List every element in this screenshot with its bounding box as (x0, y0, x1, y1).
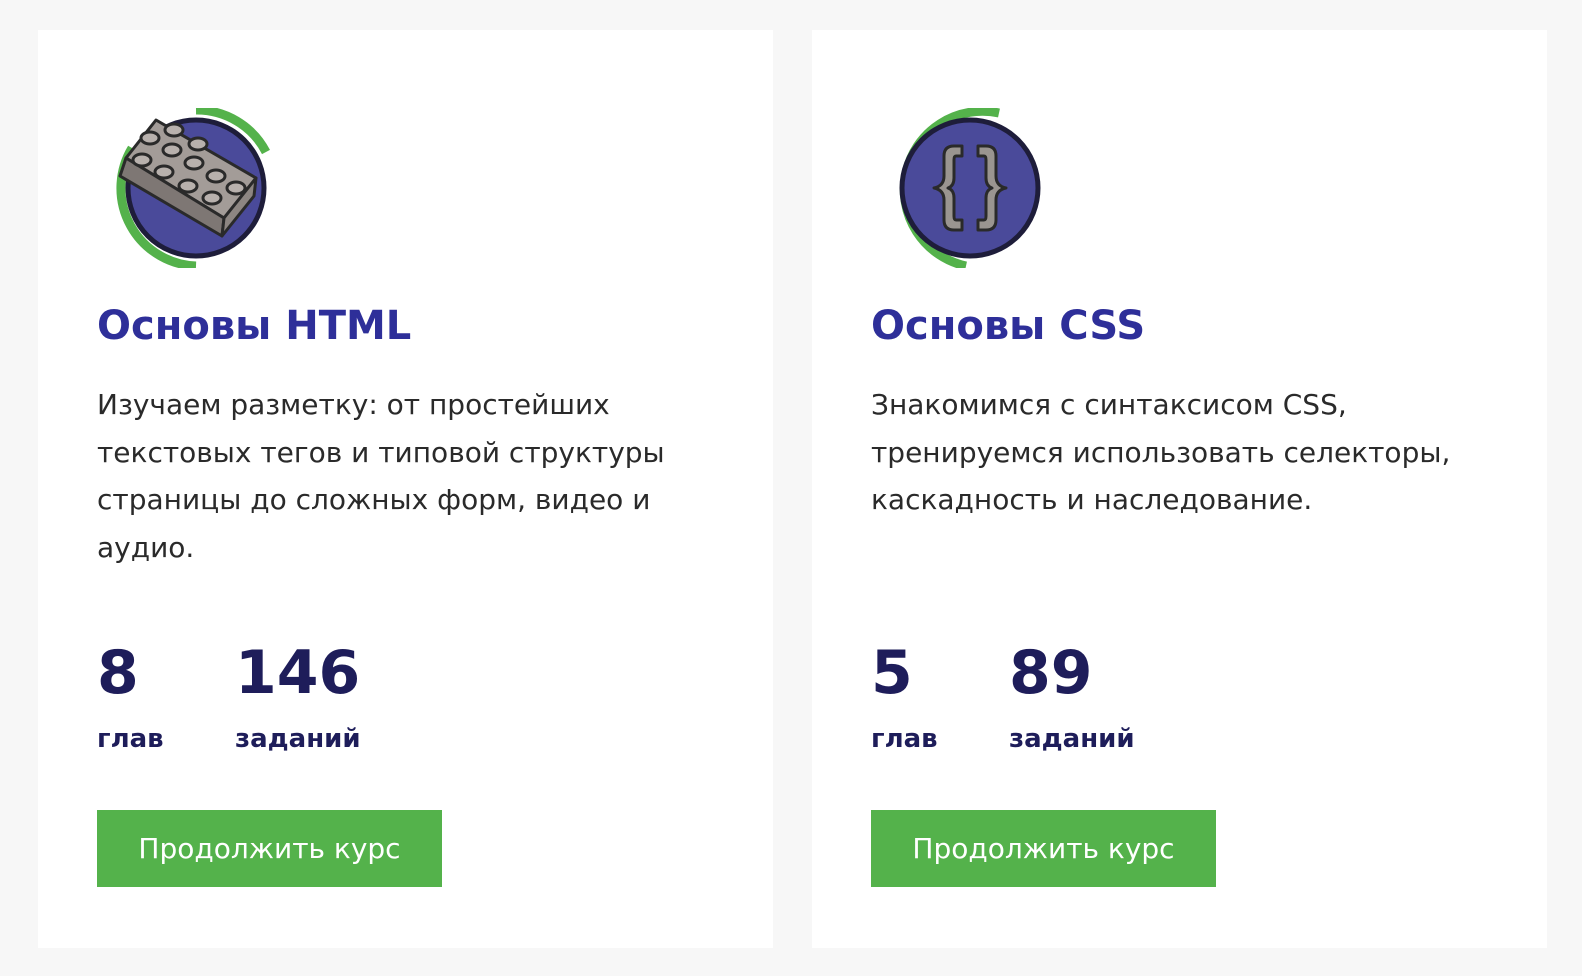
tasks-count: 89 (1009, 638, 1093, 708)
chapters-label: глав (97, 724, 164, 754)
course-title[interactable]: Основы CSS (871, 298, 1145, 354)
continue-course-button[interactable]: Продолжить курс (871, 810, 1216, 887)
chapters-stat: 5 глав (871, 638, 938, 754)
tasks-stat: 89 заданий (1009, 638, 1135, 754)
course-description: Знакомимся с синтаксисом CSS, тренируемс… (871, 388, 1451, 516)
tasks-stat: 146 заданий (235, 638, 361, 754)
course-icon-css (890, 108, 1050, 268)
tasks-label: заданий (1009, 724, 1135, 754)
chapters-label: глав (871, 724, 938, 754)
tasks-count: 146 (235, 638, 361, 708)
course-card-html: Основы HTML Изучаем разметку: от простей… (38, 30, 773, 948)
course-description: Изучаем разметку: от простейших текстовы… (97, 388, 665, 564)
course-icon-html (116, 108, 276, 268)
course-card-css: Основы CSS Знакомимся с синтаксисом CSS,… (812, 30, 1547, 948)
tasks-label: заданий (235, 724, 361, 754)
chapters-count: 5 (871, 638, 913, 708)
continue-course-button[interactable]: Продолжить курс (97, 810, 442, 887)
chapters-stat: 8 глав (97, 638, 164, 754)
course-title[interactable]: Основы HTML (97, 298, 411, 354)
chapters-count: 8 (97, 638, 139, 708)
